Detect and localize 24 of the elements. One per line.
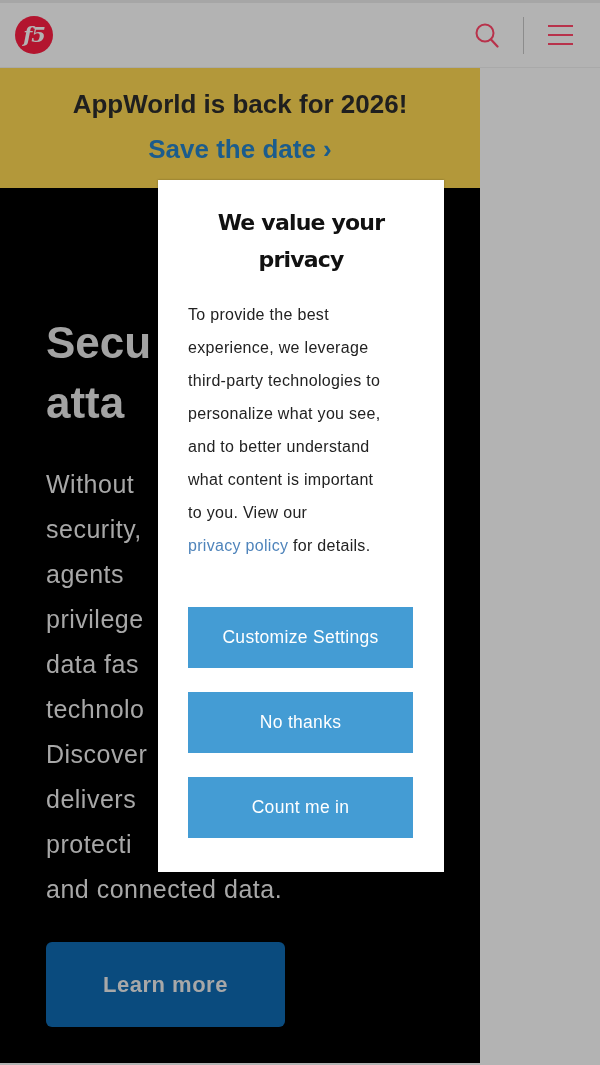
- hero-text-fragment: privilege: [46, 604, 144, 635]
- hero-text-fragment: and connected data.: [46, 874, 283, 905]
- privacy-policy-link[interactable]: privacy policy: [188, 537, 289, 554]
- hero-text-fragment: security,: [46, 514, 142, 545]
- save-the-date-link[interactable]: Save the date ›: [148, 134, 332, 164]
- hero-text-fragment: Without: [46, 469, 135, 500]
- hero-text-fragment: protecti: [46, 829, 132, 860]
- learn-more-button[interactable]: Learn more: [46, 942, 285, 1027]
- hero-text-fragment: Discover: [46, 739, 148, 770]
- dialog-title: We value your privacy: [216, 209, 386, 274]
- privacy-notice-text: To provide the best experience, we leverage third-party technologies to personalize what you see, and to better understand what content is important to you. View our privacy policy for details.: [188, 305, 382, 556]
- hero-text-fragment: delivers: [46, 784, 137, 815]
- decline-button[interactable]: No thanks: [188, 692, 413, 753]
- hero-text-fragment: technolo: [46, 694, 145, 725]
- customize-settings-button[interactable]: Customize Settings: [188, 607, 413, 668]
- hero-heading-fragment: atta: [46, 377, 125, 429]
- accept-button[interactable]: Count me in: [188, 777, 413, 838]
- hero-heading-fragment: Secu: [46, 317, 152, 369]
- announcement-text: AppWorld is back for 2026! Save the date ›: [0, 68, 480, 188]
- brand-logo[interactable]: f5: [15, 16, 53, 54]
- search-icon[interactable]: [475, 22, 499, 48]
- hero-text-fragment: agents: [46, 559, 125, 590]
- hero-text-fragment: data fas: [46, 649, 139, 680]
- menu-icon[interactable]: [548, 25, 573, 45]
